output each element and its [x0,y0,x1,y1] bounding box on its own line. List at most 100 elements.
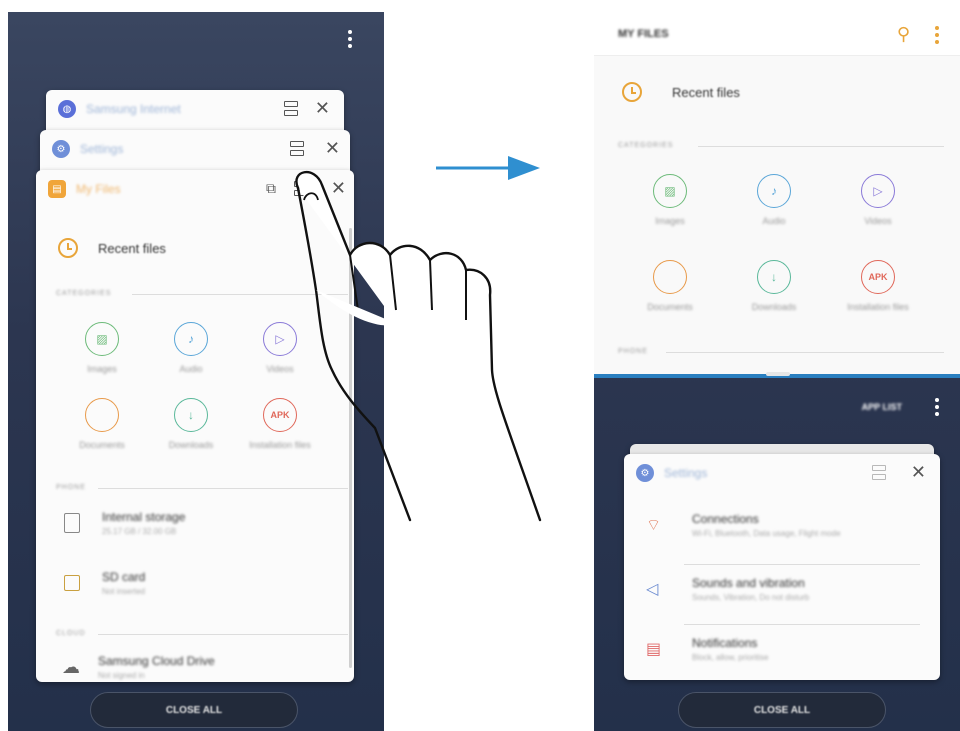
notifications-icon: ▤ [646,641,662,658]
categories-label: CATEGORIES [56,290,112,297]
phone-label: PHONE [618,348,648,355]
settings-item-sounds[interactable]: ◁ Sounds and vibration Sounds, Vibration… [624,576,940,602]
more-options-icon[interactable] [347,30,353,48]
document-icon [85,398,119,432]
settings-item-title: Connections [692,512,759,526]
apk-icon: APK [861,260,895,294]
clock-icon [622,82,642,102]
storage-title: SD card [102,570,146,584]
download-icon: ↓ [757,260,791,294]
gear-icon: ⚙ [636,464,654,482]
category-downloads[interactable]: ↓ Downloads [151,398,231,450]
divider [698,146,944,147]
category-label: Downloads [168,440,214,450]
category-label: Installation files [847,302,909,312]
categories-label: CATEGORIES [618,142,674,149]
globe-icon: ◍ [58,100,76,118]
cloud-sub: Not signed in [98,671,145,680]
phone-storage-icon [64,513,80,533]
category-label: Images [87,364,117,374]
document-icon [653,260,687,294]
storage-sub: Not inserted [102,587,146,596]
divider-handle[interactable] [766,372,790,376]
connections-icon: ⌔ [646,517,662,534]
settings-item-connections[interactable]: ⌔ Connections Wi-Fi, Bluetooth, Data usa… [624,512,940,538]
close-all-button[interactable]: CLOSE ALL [90,692,298,728]
split-screen-icon[interactable] [872,465,886,481]
right-split-screen: MY FILES ⚲ Recent files CATEGORIES ▨ Imag… [594,12,960,731]
cloud-icon: ☁ [62,656,80,677]
recent-files-label: Recent files [98,240,166,256]
app-bar: MY FILES ⚲ [594,12,960,56]
more-options-icon[interactable] [934,26,940,44]
my-files-window[interactable]: MY FILES ⚲ Recent files CATEGORIES ▨ Imag… [594,12,960,374]
category-label: Documents [79,440,125,450]
music-icon: ♪ [174,322,208,356]
category-images[interactable]: ▨ Images [62,322,142,374]
storage-sub: 25.17 GB / 32.00 GB [102,527,177,536]
card-title: Settings [80,142,124,156]
close-all-label: CLOSE ALL [165,704,223,716]
settings-item-sub: Block, allow, prioritise [692,653,769,662]
pop-up-view-icon[interactable]: ⧉ [266,179,276,197]
app-bar-title: MY FILES [618,28,669,40]
split-screen-icon[interactable] [290,141,304,157]
category-audio[interactable]: ♪ Audio [734,174,814,226]
more-options-icon[interactable] [934,398,940,416]
category-images[interactable]: ▨ Images [630,174,710,226]
image-icon: ▨ [653,174,687,208]
divider [684,624,920,625]
recent-files-row[interactable]: Recent files [58,238,166,258]
close-all-button[interactable]: CLOSE ALL [678,692,886,728]
phone-label: PHONE [56,484,86,491]
gear-icon: ⚙ [52,140,70,158]
app-list-button[interactable]: APP LIST [862,402,902,412]
category-documents[interactable]: Documents [630,260,710,312]
music-icon: ♪ [757,174,791,208]
clock-icon [58,238,78,258]
settings-item-title: Notifications [692,636,758,650]
divider [98,634,348,635]
category-label: Downloads [751,302,797,312]
category-label: Documents [647,302,693,312]
close-all-label: CLOSE ALL [753,704,811,716]
download-icon: ↓ [174,398,208,432]
settings-item-title: Sounds and vibration [692,576,805,590]
cloud-label: CLOUD [56,630,86,637]
close-icon[interactable]: ✕ [325,139,340,157]
card-title: Samsung Internet [86,102,181,116]
settings-item-sub: Wi-Fi, Bluetooth, Data usage, Flight mod… [692,529,841,538]
sound-icon: ◁ [646,581,659,598]
storage-title: Internal storage [102,510,186,524]
arrow-right-icon [436,156,540,180]
category-label: Images [655,216,685,226]
folder-icon: ▤ [48,180,66,198]
category-label: Audio [762,216,786,226]
close-icon[interactable]: ✕ [911,463,926,481]
divider [684,564,920,565]
category-downloads[interactable]: ↓ Downloads [734,260,814,312]
category-videos[interactable]: ▷ Videos [838,174,918,226]
category-label: Videos [864,216,892,226]
card-title: My Files [76,182,121,196]
recent-files-row[interactable]: Recent files [622,82,740,102]
category-installation-files[interactable]: APK Installation files [838,260,918,312]
video-icon: ▷ [861,174,895,208]
category-audio[interactable]: ♪ Audio [151,322,231,374]
card-title: Settings [664,466,708,480]
sd-card-row[interactable]: SD card Not inserted [36,570,354,596]
samsung-cloud-row[interactable]: ☁ Samsung Cloud Drive Not signed in [36,654,354,680]
divider [666,352,944,353]
category-documents[interactable]: Documents [62,398,142,450]
recent-card-settings[interactable]: ⚙ Settings ✕ ⌔ Connections Wi-Fi, Blueto… [624,454,940,680]
sd-card-icon [64,575,80,591]
hand-gesture-illustration [295,170,542,522]
search-icon[interactable]: ⚲ [897,24,910,45]
settings-item-notifications[interactable]: ▤ Notifications Block, allow, prioritise [624,636,940,662]
category-label: Audio [179,364,203,374]
split-screen-icon[interactable] [284,101,298,117]
recent-files-label: Recent files [672,84,740,100]
close-icon[interactable]: ✕ [315,99,330,117]
cloud-title: Samsung Cloud Drive [98,654,215,668]
settings-item-sub: Sounds, Vibration, Do not disturb [692,593,810,602]
